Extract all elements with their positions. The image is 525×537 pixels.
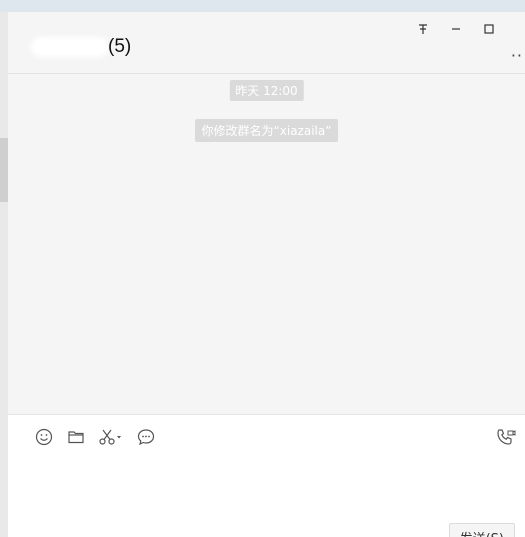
call-button[interactable] bbox=[495, 427, 517, 447]
chat-header: (5) ·· bbox=[8, 12, 525, 74]
scissors-icon bbox=[99, 429, 121, 445]
chat-window: (5) ·· 昨天 12:00 你修改群名为“xiazaila” bbox=[8, 12, 525, 537]
message-area: 昨天 12:00 你修改群名为“xiazaila” bbox=[8, 73, 525, 414]
redacted-title bbox=[34, 40, 106, 54]
system-message-chip: 你修改群名为“xiazaila” bbox=[194, 119, 339, 142]
maximize-icon bbox=[483, 24, 494, 34]
chat-history-icon bbox=[137, 429, 155, 446]
composer-toolbar bbox=[34, 427, 156, 447]
screenshot-button[interactable] bbox=[98, 427, 124, 447]
member-count: (5) bbox=[108, 36, 132, 57]
emoji-icon bbox=[35, 428, 53, 446]
send-button[interactable]: 发送(S) bbox=[448, 523, 515, 537]
chat-history-button[interactable] bbox=[136, 427, 156, 447]
phone-video-icon bbox=[497, 429, 516, 445]
desktop-top-strip bbox=[0, 0, 525, 12]
pin-button[interactable] bbox=[406, 18, 439, 40]
composer: 发送(S) bbox=[8, 414, 525, 537]
minimize-icon bbox=[451, 28, 460, 30]
window-controls bbox=[406, 18, 505, 40]
minimize-button[interactable] bbox=[439, 18, 472, 40]
maximize-button[interactable] bbox=[472, 18, 505, 40]
more-options-button[interactable]: ·· bbox=[511, 46, 523, 65]
emoji-button[interactable] bbox=[34, 427, 54, 447]
chat-list-edge bbox=[0, 12, 8, 537]
app-root: (5) ·· 昨天 12:00 你修改群名为“xiazaila” bbox=[0, 0, 525, 537]
chat-list-scrollbar[interactable] bbox=[0, 138, 8, 202]
chat-title[interactable]: (5) bbox=[34, 36, 131, 58]
pin-icon bbox=[418, 24, 427, 34]
file-button[interactable] bbox=[66, 427, 86, 447]
folder-icon bbox=[68, 431, 84, 444]
timestamp-chip: 昨天 12:00 bbox=[229, 80, 304, 101]
